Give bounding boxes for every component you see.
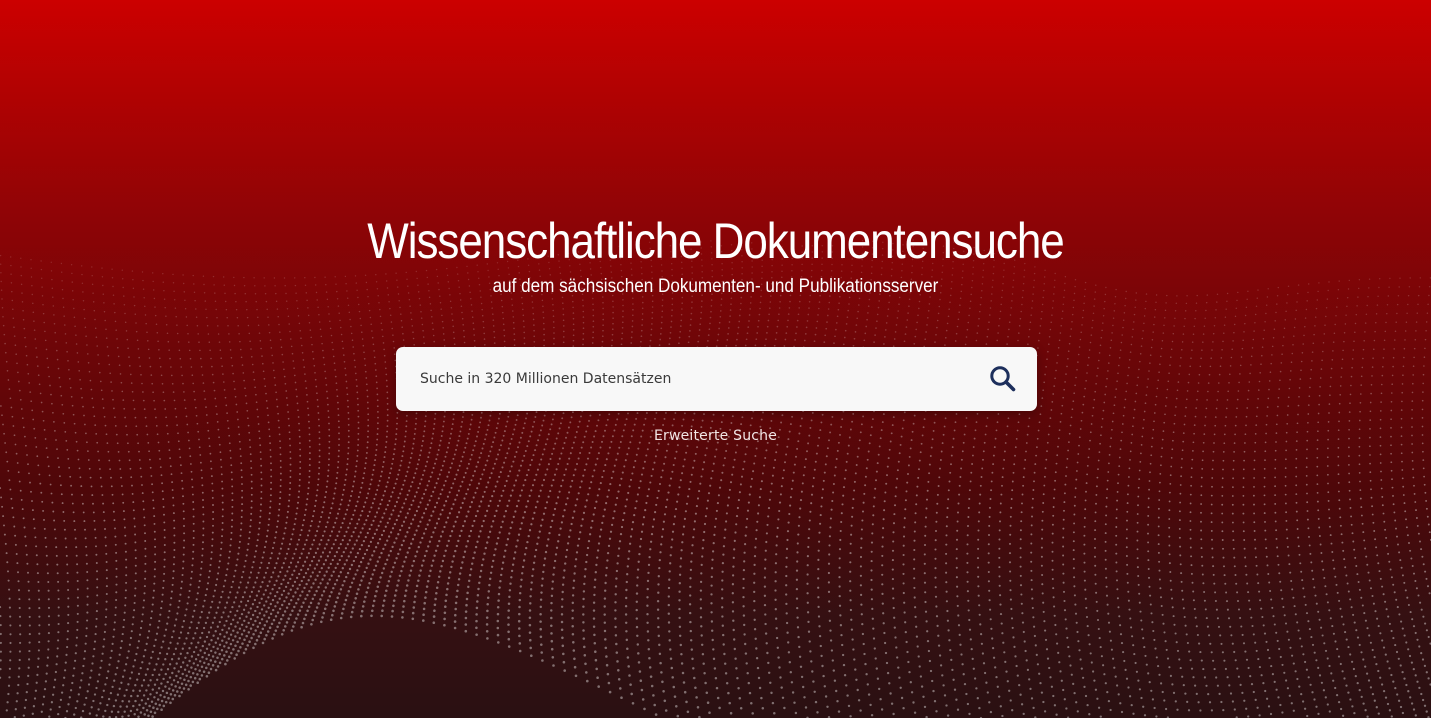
hero-section: Wissenschaftliche Dokumentensuche auf de… xyxy=(0,0,1431,718)
